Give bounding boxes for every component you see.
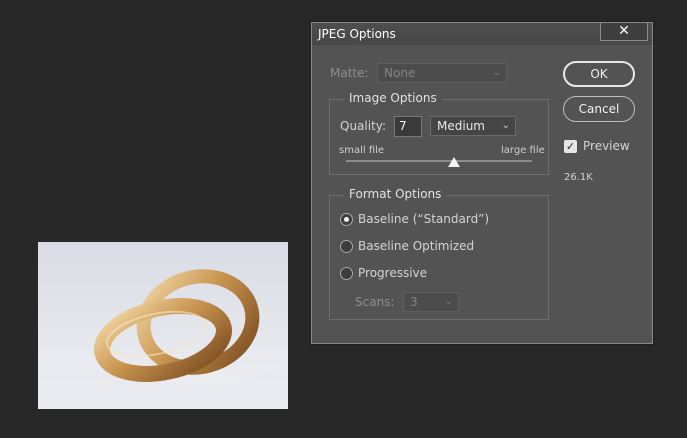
close-icon: ✕ [618,23,630,39]
format-options-title: Format Options [344,187,447,201]
image-options-title: Image Options [344,91,442,105]
quality-slider-thumb[interactable] [447,157,460,167]
scans-label: Scans: [355,295,395,309]
dialog-title: JPEG Options [318,27,396,41]
check-icon: ✓ [565,140,576,153]
scans-value: 3 [410,295,418,309]
baseline-optimized-label[interactable]: Baseline Optimized [358,239,474,253]
preview-image [38,242,288,409]
radio-progressive[interactable] [340,267,353,280]
chevron-down-icon: ⌄ [501,120,510,131]
chevron-down-icon: ⌄ [492,67,501,78]
quality-preset-value: Medium [437,119,485,133]
radio-baseline-standard[interactable] [340,213,353,226]
chevron-down-icon: ⌄ [444,296,453,307]
dialog-titlebar[interactable]: JPEG Options ✕ [312,23,652,45]
rings-image [38,242,288,409]
matte-value: None [384,66,416,80]
ok-button[interactable]: OK [563,61,635,87]
format-options-group: Format Options Baseline (“Standard”) Bas… [329,187,549,320]
cancel-button[interactable]: Cancel [563,96,635,122]
image-options-group: Image Options Quality: 7 Medium ⌄ small … [329,91,549,175]
scans-select: 3 ⌄ [403,292,459,312]
jpeg-options-dialog: JPEG Options ✕ Matte: None ⌄ Image Optio… [311,22,653,344]
preview-label[interactable]: Preview [583,139,630,153]
file-size-readout: 26.1K [564,172,593,183]
quality-input[interactable]: 7 [394,116,422,137]
radio-baseline-optimized[interactable] [340,240,353,253]
preview-checkbox[interactable]: ✓ [564,140,577,153]
quality-preset-select[interactable]: Medium ⌄ [430,116,516,136]
matte-select: None ⌄ [377,63,507,83]
close-button[interactable]: ✕ [600,23,648,41]
quality-label: Quality: [340,119,387,133]
matte-label: Matte: [330,66,369,80]
large-file-label: large file [501,145,545,156]
baseline-standard-label[interactable]: Baseline (“Standard”) [358,212,489,226]
small-file-label: small file [339,145,385,156]
quality-slider-track[interactable] [346,160,532,162]
progressive-label[interactable]: Progressive [358,266,427,280]
